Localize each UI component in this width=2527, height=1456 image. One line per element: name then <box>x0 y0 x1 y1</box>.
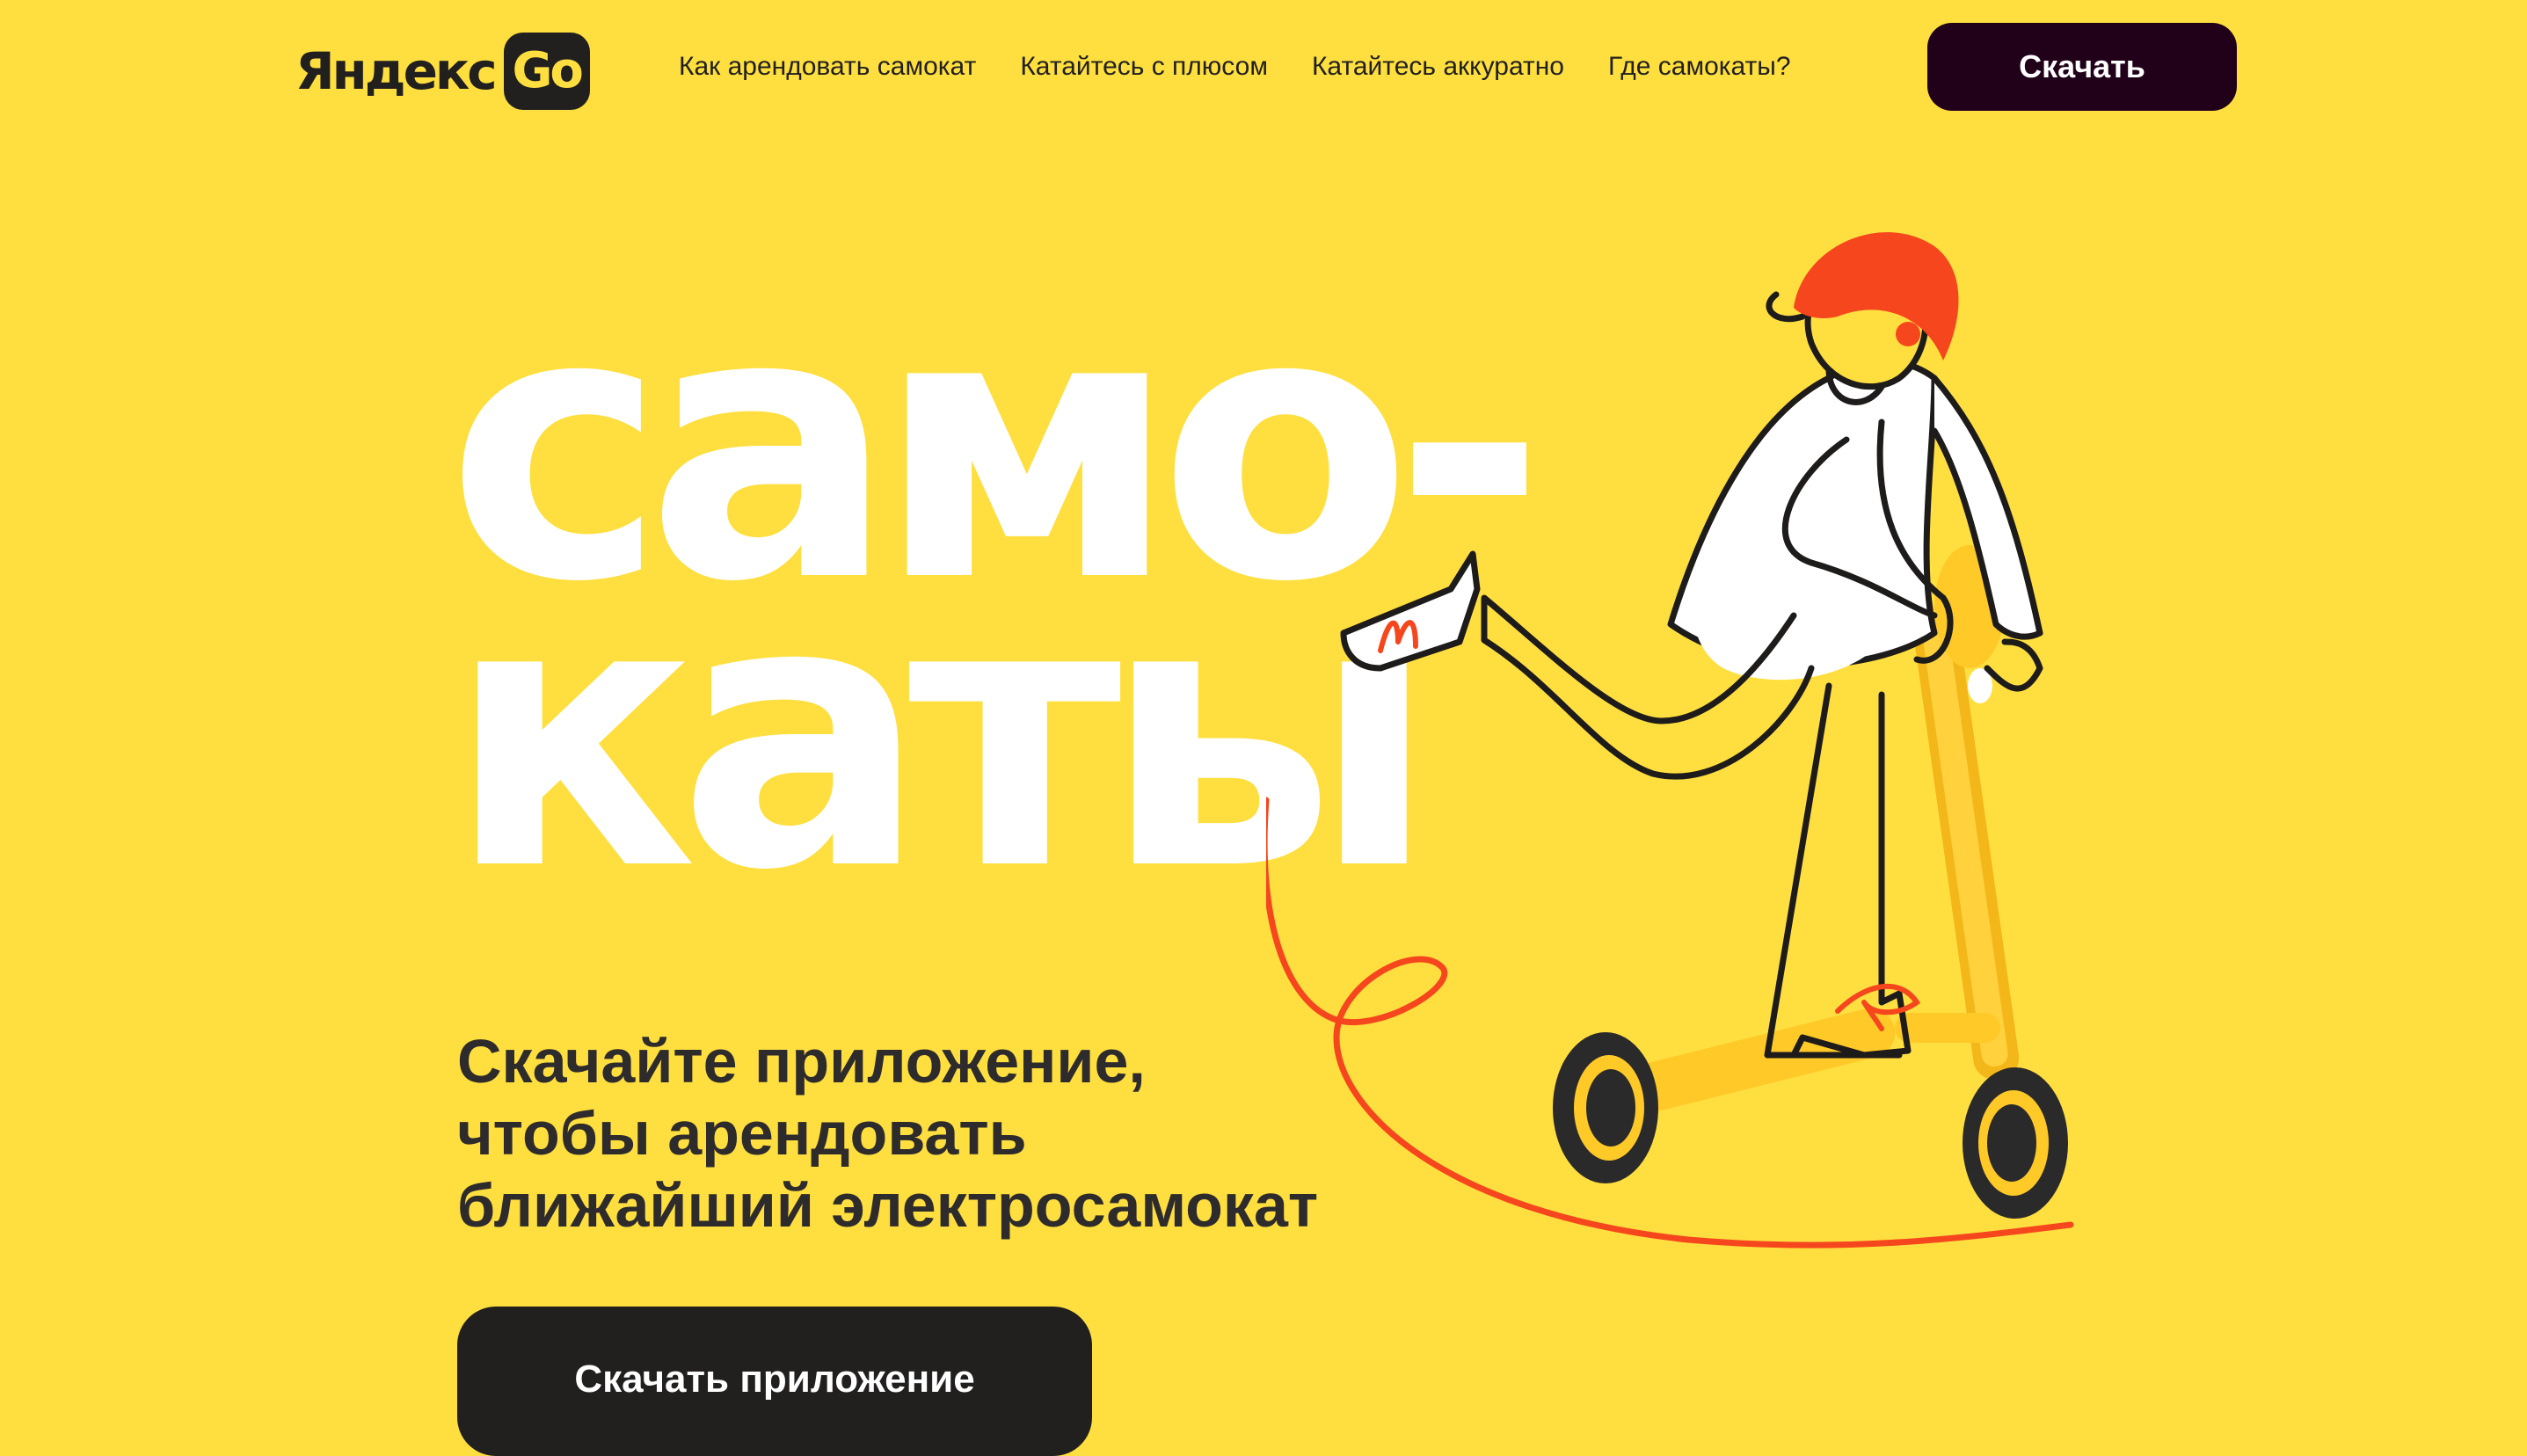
hero-subtitle: Скачайте приложение, чтобы арендовать бл… <box>457 1027 1319 1240</box>
download-button[interactable]: Скачать <box>1927 23 2237 111</box>
nav-link-ride-carefully[interactable]: Катайтесь аккуратно <box>1312 49 1564 84</box>
download-app-button[interactable]: Скачать приложение <box>457 1307 1092 1456</box>
logo-badge: Go <box>503 33 590 110</box>
nav-link-how-to-rent[interactable]: Как арендовать самокат <box>679 49 976 84</box>
logo-word: Яндекс <box>295 41 498 101</box>
yandex-go-logo[interactable]: Яндекс Go <box>295 33 590 110</box>
nav-link-where-scooters[interactable]: Где самокаты? <box>1608 49 1791 84</box>
header: Яндекс Go Как арендовать самокат Катайте… <box>0 0 2527 132</box>
nav-link-ride-with-plus[interactable]: Катайтесь с плюсом <box>1020 49 1268 84</box>
main-nav: Как арендовать самокат Катайтесь с плюсо… <box>679 49 1835 84</box>
